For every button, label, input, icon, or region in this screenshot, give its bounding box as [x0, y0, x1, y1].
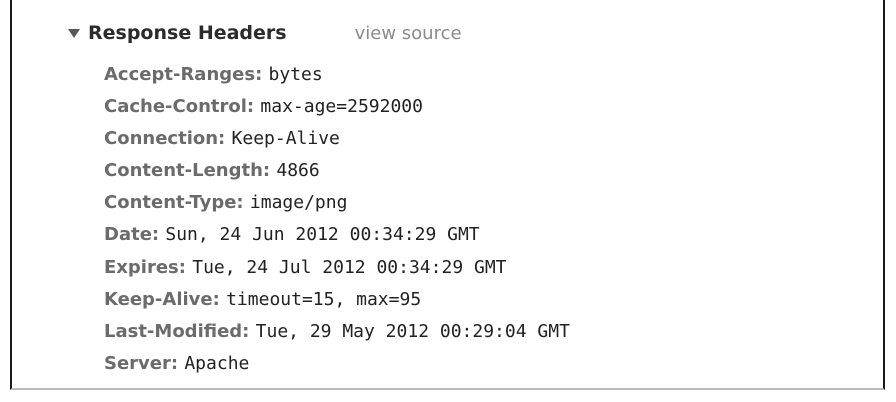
header-value: timeout=15, max=95 [226, 288, 422, 310]
header-value: image/png [249, 192, 348, 214]
header-value: Sun, 24 Jun 2012 00:34:29 GMT [165, 224, 480, 246]
view-source-link[interactable]: view source [355, 23, 462, 44]
header-name: Keep-Alive: [104, 288, 227, 310]
response-headers-panel: Response Headers view source Accept-Rang… [10, 0, 885, 390]
disclosure-triangle-icon[interactable] [68, 28, 80, 38]
header-value: 4866 [276, 160, 320, 182]
header-name: Last-Modified: [104, 320, 256, 342]
section-title[interactable]: Response Headers [88, 22, 287, 44]
header-name: Cache-Control: [104, 96, 261, 118]
header-name: Connection: [104, 128, 232, 150]
header-row: Last-Modified: Tue, 29 May 2012 00:29:04… [104, 315, 570, 347]
header-value: Apache [184, 352, 250, 374]
header-name: Content-Type: [104, 192, 250, 214]
header-name: Content-Length: [104, 160, 277, 182]
header-value: max-age=2592000 [260, 96, 423, 118]
headers-list: Accept-Ranges: bytes Cache-Control: max-… [104, 58, 570, 379]
header-name: Server: [104, 352, 185, 374]
header-value: Tue, 24 Jul 2012 00:34:29 GMT [192, 256, 507, 278]
header-row: Date: Sun, 24 Jun 2012 00:34:29 GMT [104, 218, 570, 250]
header-name: Date: [104, 224, 166, 246]
header-value: bytes [268, 64, 323, 85]
header-value: Tue, 29 May 2012 00:29:04 GMT [255, 320, 570, 342]
header-row: Content-Length: 4866 [104, 154, 570, 186]
header-row: Keep-Alive: timeout=15, max=95 [104, 283, 570, 315]
header-row: Server: Apache [104, 347, 570, 379]
header-row: Content-Type: image/png [104, 186, 570, 218]
header-name: Expires: [104, 256, 193, 278]
header-name: Accept-Ranges: [104, 64, 269, 85]
header-row: Expires: Tue, 24 Jul 2012 00:34:29 GMT [104, 251, 570, 283]
header-row: Accept-Ranges: bytes [104, 58, 570, 90]
header-value: Keep-Alive [231, 128, 340, 150]
header-row: Connection: Keep-Alive [104, 122, 570, 154]
section-header: Response Headers view source [68, 18, 462, 48]
header-row: Cache-Control: max-age=2592000 [104, 90, 570, 122]
